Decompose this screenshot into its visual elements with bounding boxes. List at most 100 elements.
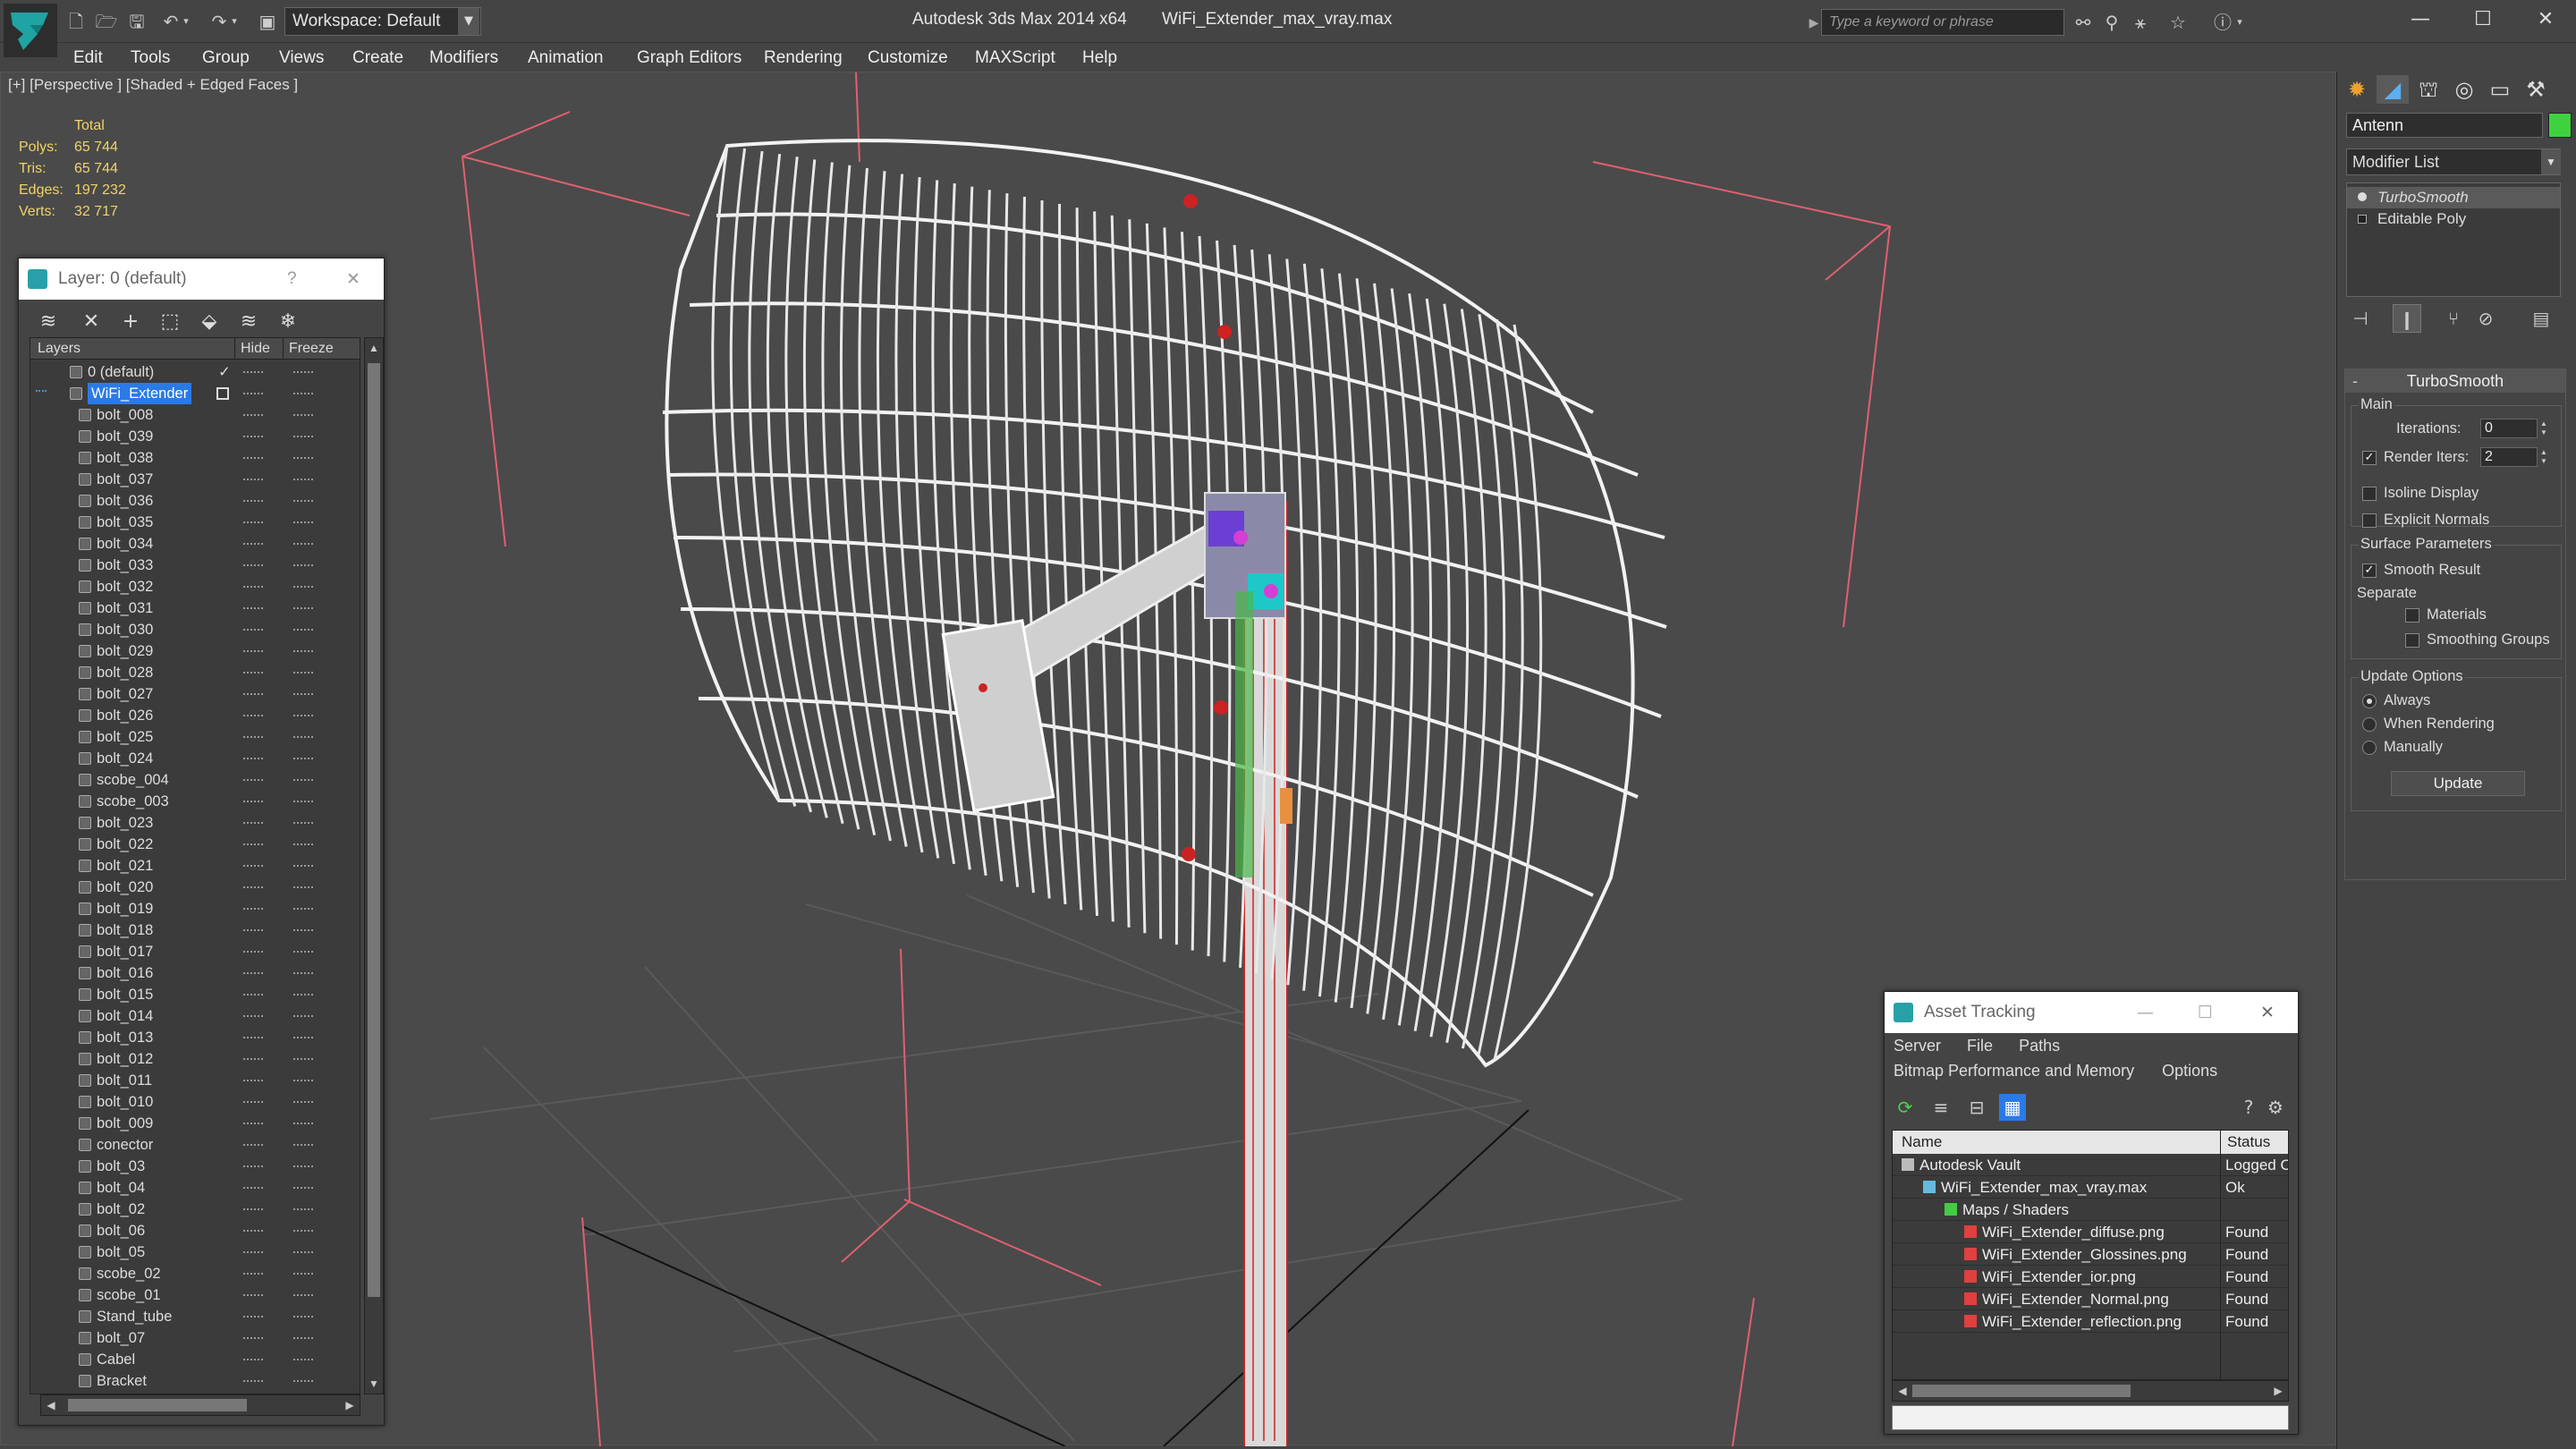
layer-object-row[interactable]: bolt_024 xyxy=(30,748,360,769)
menu-bitmap-performance[interactable]: Bitmap Performance and Memory xyxy=(1894,1062,2134,1080)
object-name-field[interactable]: Antenn xyxy=(2346,113,2543,138)
layer-object-row[interactable]: bolt_011 xyxy=(30,1070,360,1091)
hierarchy-tab-icon[interactable]: ⛫ xyxy=(2412,75,2445,104)
scroll-down-icon[interactable]: ▼ xyxy=(365,1374,383,1394)
chevron-down-icon[interactable]: ▼ xyxy=(2541,149,2561,174)
create-tab-icon[interactable]: ✹ xyxy=(2341,75,2373,104)
freeze-toggle[interactable] xyxy=(293,1230,313,1232)
hide-toggle[interactable] xyxy=(243,371,263,373)
refresh-icon[interactable]: ⟳ xyxy=(1892,1094,1919,1121)
column-hide[interactable]: Hide xyxy=(234,338,270,360)
layer-object-row[interactable]: bolt_04 xyxy=(30,1177,360,1199)
hide-toggle[interactable] xyxy=(243,1015,263,1017)
freeze-toggle[interactable] xyxy=(293,843,313,845)
freeze-toggle[interactable] xyxy=(293,1101,313,1103)
layer-object-row[interactable]: bolt_07 xyxy=(30,1327,360,1349)
layer-object-row[interactable]: bolt_03 xyxy=(30,1156,360,1177)
layer-object-row[interactable]: Bracket xyxy=(30,1370,360,1392)
set-current-toggle[interactable] xyxy=(216,387,229,400)
layer-object-row[interactable]: bolt_034 xyxy=(30,533,360,555)
hide-toggle[interactable] xyxy=(243,607,263,609)
menu-edit[interactable]: Edit xyxy=(73,43,103,73)
layer-object-row[interactable]: bolt_039 xyxy=(30,426,360,447)
column-freeze[interactable]: Freeze xyxy=(283,338,334,360)
scroll-up-icon[interactable]: ▲ xyxy=(365,338,383,358)
search-expand-icon[interactable]: ▶ xyxy=(1807,9,1821,36)
hide-toggle[interactable] xyxy=(243,500,263,502)
help-icon[interactable]: ? xyxy=(2235,1094,2262,1121)
freeze-toggle[interactable] xyxy=(293,865,313,867)
scroll-left-icon[interactable]: ◀ xyxy=(1893,1381,1912,1401)
freeze-toggle[interactable] xyxy=(293,1359,313,1360)
hide-toggle[interactable] xyxy=(243,1208,263,1210)
scroll-right-icon[interactable]: ▶ xyxy=(340,1395,360,1415)
freeze-toggle[interactable] xyxy=(293,371,313,373)
layer-object-row[interactable]: bolt_025 xyxy=(30,726,360,748)
freeze-toggle[interactable] xyxy=(293,564,313,566)
hide-toggle[interactable] xyxy=(243,994,263,996)
layer-object-row[interactable]: scobe_02 xyxy=(30,1263,360,1284)
menu-file[interactable]: File xyxy=(1967,1037,1993,1055)
freeze-toggle[interactable] xyxy=(293,1380,313,1382)
layer-object-row[interactable]: bolt_029 xyxy=(30,640,360,662)
minimize-icon[interactable]: — xyxy=(2137,992,2154,1033)
menu-server[interactable]: Server xyxy=(1894,1037,1941,1055)
object-color-swatch[interactable] xyxy=(2548,113,2572,138)
freeze-toggle[interactable] xyxy=(293,650,313,652)
active-layer-check-icon[interactable]: ✓ xyxy=(218,361,231,383)
close-icon[interactable]: ✕ xyxy=(346,258,360,300)
maximize-button[interactable]: ☐ xyxy=(2456,2,2510,38)
spinner-arrows-icon[interactable]: ▲ ▼ xyxy=(2538,419,2549,437)
modifier-stack[interactable]: TurboSmooth Editable Poly xyxy=(2346,182,2561,297)
redo-dropdown-icon[interactable]: ▾ xyxy=(227,9,242,34)
binoculars-icon[interactable]: ⚯ xyxy=(2070,9,2097,36)
layer-object-row[interactable]: bolt_037 xyxy=(30,469,360,490)
freeze-toggle[interactable] xyxy=(293,1058,313,1060)
layer-object-row[interactable]: bolt_05 xyxy=(30,1241,360,1263)
freeze-toggle[interactable] xyxy=(293,908,313,910)
column-name[interactable]: Name xyxy=(1902,1131,1942,1154)
freeze-toggle[interactable] xyxy=(293,543,313,545)
layer-object-row[interactable]: bolt_021 xyxy=(30,855,360,877)
rollout-header[interactable]: - TurboSmooth xyxy=(2345,369,2565,393)
freeze-toggle[interactable] xyxy=(293,929,313,931)
hide-toggle[interactable] xyxy=(243,1187,263,1189)
favorites-star-icon[interactable]: ☆ xyxy=(2165,9,2191,36)
layer-object-row[interactable]: bolt_012 xyxy=(30,1048,360,1070)
layer-object-row[interactable]: bolt_014 xyxy=(30,1005,360,1027)
scroll-thumb[interactable] xyxy=(368,363,380,1297)
hide-toggle[interactable] xyxy=(243,1273,263,1275)
menu-graph-editors[interactable]: Graph Editors xyxy=(637,43,741,73)
app-logo-icon[interactable] xyxy=(4,4,57,57)
menu-tools[interactable]: Tools xyxy=(131,43,170,73)
scroll-left-icon[interactable]: ◀ xyxy=(41,1395,61,1415)
hide-toggle[interactable] xyxy=(243,1101,263,1103)
hide-toggle[interactable] xyxy=(243,715,263,716)
hide-toggle[interactable] xyxy=(243,843,263,845)
menu-modifiers[interactable]: Modifiers xyxy=(429,43,498,73)
hide-toggle[interactable] xyxy=(243,865,263,867)
menu-group[interactable]: Group xyxy=(202,43,250,73)
hide-toggle[interactable] xyxy=(243,822,263,824)
freeze-toggle[interactable] xyxy=(293,672,313,674)
layer-object-row[interactable]: scobe_003 xyxy=(30,791,360,812)
freeze-toggle[interactable] xyxy=(293,1208,313,1210)
menu-rendering[interactable]: Rendering xyxy=(764,43,843,73)
scroll-thumb[interactable] xyxy=(1912,1385,2131,1397)
freeze-toggle[interactable] xyxy=(293,736,313,738)
when-rendering-radio[interactable] xyxy=(2362,717,2377,732)
update-button[interactable]: Update xyxy=(2391,771,2525,796)
stack-item-turbosmooth[interactable]: TurboSmooth xyxy=(2347,187,2560,208)
freeze-toggle[interactable] xyxy=(293,1123,313,1124)
communication-icon[interactable]: ⚹ xyxy=(2127,9,2154,36)
hide-toggle[interactable] xyxy=(243,393,263,394)
layer-object-row[interactable]: bolt_016 xyxy=(30,962,360,984)
freeze-toggle[interactable] xyxy=(293,393,313,394)
pin-stack-icon[interactable]: ⊣ xyxy=(2346,304,2375,333)
asset-status-field[interactable] xyxy=(1892,1405,2289,1430)
freeze-toggle[interactable] xyxy=(293,414,313,416)
hide-toggle[interactable] xyxy=(243,1359,263,1360)
layer-object-row[interactable]: bolt_030 xyxy=(30,619,360,640)
menu-options[interactable]: Options xyxy=(2162,1062,2217,1080)
layer-object-row[interactable]: bolt_026 xyxy=(30,705,360,726)
